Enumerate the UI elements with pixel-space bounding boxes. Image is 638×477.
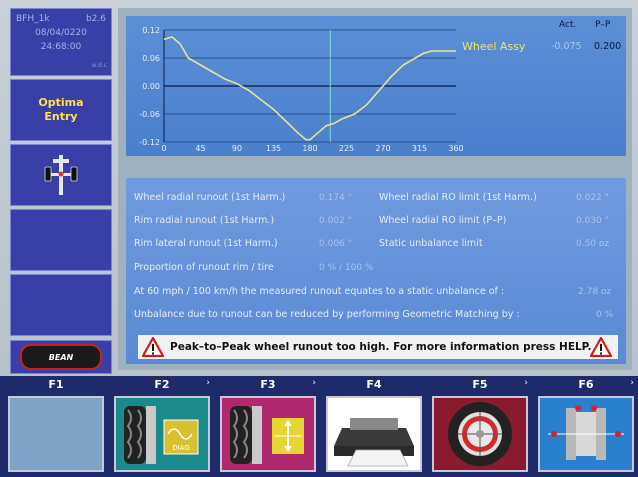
wheel-position-box[interactable] [10, 144, 112, 206]
f6-button[interactable] [538, 396, 634, 472]
f2-key[interactable]: F2 DIAG › [110, 376, 214, 477]
f2-button[interactable]: DIAG [114, 396, 210, 472]
date-label: 08/04/0220 [35, 28, 87, 38]
warning-icon [142, 337, 164, 357]
reduce-value: 0 % [596, 310, 614, 320]
f4-label: F4 [366, 378, 382, 391]
f2-label: F2 [154, 378, 170, 391]
static-limit-label: Static unbalance limit [379, 238, 483, 249]
warning-banner: Peak–to–Peak wheel runout too high. For … [138, 335, 618, 359]
wheel-radial-label: Wheel radial runout (1st Harm.) [134, 192, 286, 203]
limit2-value: 0.030 " [576, 216, 609, 226]
limit1-value: 0.022 " [576, 193, 609, 203]
function-key-bar: F1 F2 DIAG › F3 › F4 F5 › F6 › [0, 376, 638, 477]
proportion-value: 0 % / 100 % [319, 263, 374, 273]
time-label: 24:68:00 [40, 42, 82, 52]
f5-label: F5 [472, 378, 488, 391]
mode-line1: Optima [38, 96, 84, 109]
y-tick-label: -0.12 [139, 138, 160, 147]
chevron-right-icon: › [312, 378, 316, 388]
reduce-label: Unbalance due to runout can be reduced b… [134, 309, 520, 320]
y-tick-label: -0.06 [139, 110, 160, 119]
wheel-radial-value: 0.174 " [319, 193, 352, 203]
empty-slot-1 [10, 209, 112, 271]
x-tick-label: 225 [339, 144, 354, 153]
x-tick-label: 315 [412, 144, 427, 153]
static-limit-value: 0.50 oz [576, 239, 610, 249]
mode-box[interactable]: Optima Entry [10, 79, 112, 141]
car-axle-icon [44, 155, 78, 195]
printer-icon [334, 418, 414, 467]
rim-lateral-label: Rim lateral runout (1st Harm.) [134, 238, 278, 249]
warning-text: Peak–to–Peak wheel runout too high. For … [170, 341, 592, 353]
tire-diag-icon: DIAG [124, 406, 199, 464]
pp-label: P–P [595, 20, 611, 30]
wheel-balance-icon [448, 402, 512, 466]
x-tick-label: 270 [375, 144, 390, 153]
warning-icon-right [590, 337, 612, 357]
version-label: b2.6 [85, 14, 106, 24]
f4-key[interactable]: F4 [322, 376, 426, 477]
measurement-panel: Wheel radial runout (1st Harm.) 0.174 " … [126, 178, 626, 364]
proportion-label: Proportion of runout rim / tire [134, 262, 274, 273]
f1-key[interactable]: F1 [4, 376, 108, 477]
tire-match-icon [230, 406, 304, 464]
chevron-right-icon: › [206, 378, 210, 388]
mode-line2: Entry [44, 110, 78, 123]
rim-radial-label: Rim radial runout (1st Harm.) [134, 215, 275, 226]
act-label: Act. [559, 20, 577, 30]
f5-key[interactable]: F5 › [428, 376, 532, 477]
x-tick-label: 360 [448, 144, 463, 153]
rim-radial-value: 0.002 " [319, 216, 352, 226]
f6-label: F6 [578, 378, 594, 391]
runout-chart: 0.12 0.06 0.00 -0.06 -0.120 45 90 135 180 225 270 3… [139, 26, 463, 153]
rim-weights-icon [548, 405, 624, 460]
pp-value: 0.200 [594, 41, 622, 52]
f1-label: F1 [48, 378, 64, 391]
equates-value: 2.78 oz [578, 287, 612, 297]
limit2-label: Wheel radial RO limit (P–P) [379, 215, 507, 226]
equates-label: At 60 mph / 100 km/h the measured runout… [134, 286, 505, 297]
left-sidebar: BFH_1k b2.6 08/04/0220 24:68:00 w.d.c Op… [10, 8, 112, 374]
f3-key[interactable]: F3 › [216, 376, 320, 477]
x-tick-label: 135 [266, 144, 281, 153]
main-panel: 0.12 0.06 0.00 -0.06 -0.12 0 45 90 135 180 225 270 3… [118, 8, 632, 370]
f6-key[interactable]: F6 › [534, 376, 638, 477]
f5-button[interactable] [432, 396, 528, 472]
y-tick-label: 0.12 [142, 26, 160, 35]
f3-label: F3 [260, 378, 276, 391]
y-tick-label: 0.00 [142, 82, 160, 91]
rim-lateral-value: 0.006 " [319, 239, 352, 249]
empty-slot-2 [10, 274, 112, 336]
f4-button[interactable] [326, 396, 422, 472]
runout-chart-panel: 0.12 0.06 0.00 -0.06 -0.12 0 45 90 135 180 225 270 3… [126, 16, 626, 156]
brand-logo-box: BEAN [10, 340, 112, 374]
status-box: BFH_1k b2.6 08/04/0220 24:68:00 w.d.c [10, 8, 112, 76]
f3-button[interactable] [220, 396, 316, 472]
chevron-right-icon: › [524, 378, 528, 388]
wheel-assy-label: Wheel Assy [462, 40, 526, 53]
brand-logo: BEAN [20, 344, 102, 370]
diag-badge: DIAG [172, 444, 190, 452]
wdc-label: w.d.c [91, 62, 107, 69]
chevron-right-icon: › [630, 378, 634, 388]
f1-button[interactable] [8, 396, 104, 472]
x-tick-label: 45 [195, 144, 205, 153]
y-tick-label: 0.06 [142, 54, 160, 63]
runout-curve [163, 36, 456, 141]
x-tick-label: 90 [232, 144, 242, 153]
limit1-label: Wheel radial RO limit (1st Harm.) [379, 192, 537, 203]
x-tick-label: 0 [161, 144, 166, 153]
model-label: BFH_1k [16, 14, 50, 24]
act-value: -0.075 [551, 41, 582, 52]
x-tick-label: 180 [302, 144, 317, 153]
